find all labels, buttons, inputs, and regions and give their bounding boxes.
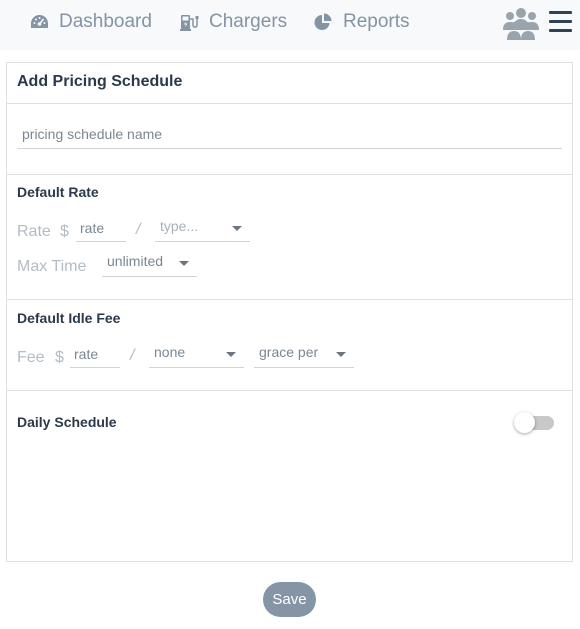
reports-icon [314,13,332,30]
max-time-label: Max Time [17,258,87,275]
chevron-down-icon [179,261,189,266]
fee-rate-input[interactable] [70,340,120,368]
top-navbar: Dashboard Chargers Reports [0,0,580,50]
rate-type-value: type... [160,218,199,234]
nav-reports[interactable]: Reports [314,10,410,34]
menu-bar [549,20,572,23]
divider [7,299,572,300]
chevron-down-icon [336,352,346,357]
grace-period-value: grace per [259,344,319,360]
default-rate-title: Default Rate [17,184,99,200]
fee-label: Fee [17,349,45,366]
fee-unit-value: none [154,344,186,360]
fee-separator: / [130,347,135,364]
rate-type-select[interactable]: type... [155,214,250,242]
nav-chargers[interactable]: Chargers [180,10,287,34]
users-icon[interactable] [502,6,540,42]
chargers-icon [180,15,199,31]
dashboard-icon [31,15,48,28]
fee-currency: $ [55,349,64,366]
max-time-select[interactable]: unlimited [102,249,197,277]
menu-bar [549,11,572,14]
rate-separator: / [136,221,141,238]
chevron-down-icon [232,226,242,231]
chevron-down-icon [226,352,236,357]
nav-dashboard-label: Dashboard [59,11,152,32]
menu-bar [549,29,572,32]
nav-reports-label: Reports [343,11,410,32]
pricing-schedule-card: Add Pricing Schedule Default Rate Rate $… [6,62,573,562]
menu-icon[interactable] [549,11,572,33]
max-time-value: unlimited [107,253,164,269]
rate-label: Rate [17,223,51,240]
save-button[interactable]: Save [263,582,316,617]
nav-chargers-label: Chargers [209,11,288,32]
fee-unit-select[interactable]: none [149,340,244,368]
toggle-knob [514,412,535,433]
nav-dashboard[interactable]: Dashboard [30,10,152,34]
card-title: Add Pricing Schedule [17,73,183,90]
divider [7,390,572,391]
divider [7,103,572,104]
daily-schedule-toggle[interactable] [514,412,554,434]
schedule-name-input[interactable] [17,119,562,149]
daily-schedule-title: Daily Schedule [17,414,117,430]
divider [7,174,572,175]
default-idle-fee-title: Default Idle Fee [17,310,121,326]
rate-currency: $ [60,223,69,240]
grace-period-select[interactable]: grace per [254,340,354,368]
rate-input[interactable] [76,214,126,242]
